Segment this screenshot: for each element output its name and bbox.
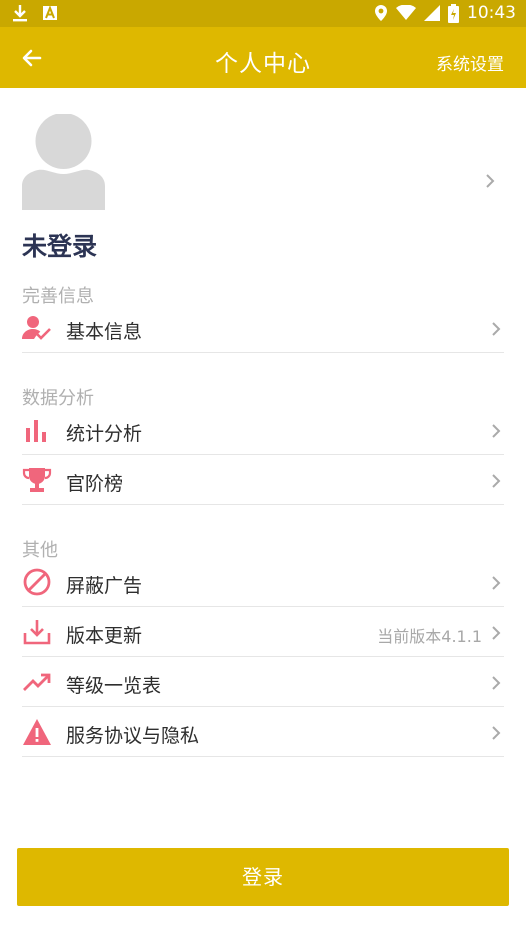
location-icon [374,4,388,22]
download-tray-icon [22,618,52,646]
chevron-right-icon [490,574,502,596]
a-icon [42,4,58,22]
list-item-label: 官阶榜 [66,473,124,495]
login-status: 未登录 [22,232,98,261]
chevron-right-icon [490,624,502,646]
list-item-block-ads[interactable]: 屏蔽广告 [22,557,504,607]
chevron-right-icon [490,674,502,696]
default-avatar-icon [22,114,105,210]
download-icon [12,4,28,22]
list-item-label: 基本信息 [66,321,143,343]
list-item-basic-info[interactable]: 基本信息 [22,303,504,353]
user-check-icon [22,314,52,342]
status-bar: 10:43 [0,0,526,27]
list-item-version-update[interactable]: 版本更新 当前版本4.1.1 [22,607,504,657]
chevron-right-icon [490,422,502,444]
list-item-label: 统计分析 [66,423,143,445]
system-settings-button[interactable]: 系统设置 [436,50,504,75]
signal-icon [424,5,440,21]
list-item-label: 等级一览表 [66,675,162,697]
app-bar: 个人中心 系统设置 [0,27,526,88]
list-item-service-privacy[interactable]: 服务协议与隐私 [22,707,504,757]
chevron-right-icon [490,724,502,746]
list-item-statistics[interactable]: 统计分析 [22,405,504,455]
list-item-rank-board[interactable]: 官阶榜 [22,455,504,505]
list-item-label: 屏蔽广告 [66,575,143,597]
current-version-text: 当前版本4.1.1 [377,627,482,646]
list-item-label: 服务协议与隐私 [66,725,200,747]
trending-up-icon [22,668,52,696]
list-item-level-table[interactable]: 等级一览表 [22,657,504,707]
warning-icon [22,718,52,746]
login-button[interactable]: 登录 [17,848,509,906]
chevron-right-icon [484,172,496,194]
list-item-label: 版本更新 [66,625,143,647]
chevron-right-icon [490,472,502,494]
chevron-right-icon [490,320,502,342]
wifi-icon [396,5,416,21]
block-icon [22,568,52,596]
clock: 10:43 [467,3,516,23]
bar-chart-icon [22,416,52,444]
battery-icon [448,3,459,23]
trophy-icon [22,466,52,494]
